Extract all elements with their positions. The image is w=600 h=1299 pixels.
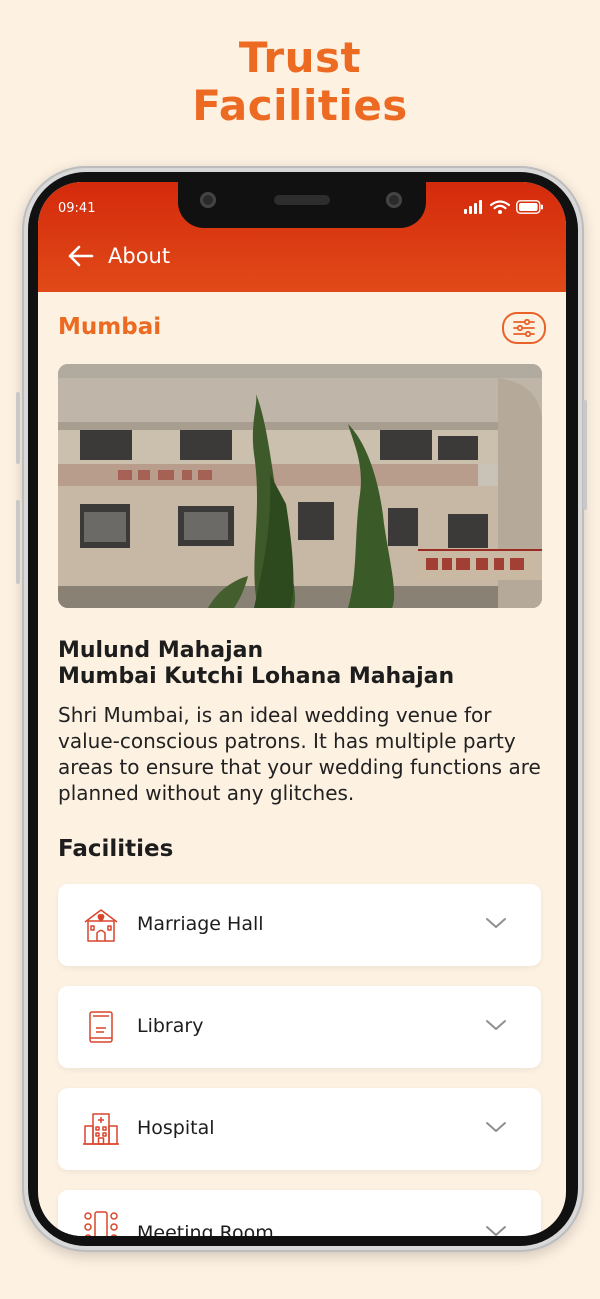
city-heading: Mumbai [58,314,162,340]
hospital-icon [83,1113,119,1145]
facility-card-library[interactable]: Library [58,986,541,1068]
phone-side-button [16,500,20,584]
app-bar: 09:41 About [38,182,566,292]
facility-card-marriage-hall[interactable]: Marriage Hall [58,884,541,966]
chevron-down-icon[interactable] [485,1120,507,1134]
venue-name-line1: Mulund Mahajan [58,638,264,663]
signal-icon [464,200,482,214]
front-camera-icon [200,192,216,208]
appbar-title: About [108,244,171,268]
chevron-down-icon[interactable] [485,1224,507,1236]
facility-label: Library [137,1015,204,1037]
facility-label: Meeting Room [137,1222,274,1236]
promo-title: Trust Facilities [0,34,600,130]
venue-name-line2: Mumbai Kutchi Lohana Mahajan [58,664,455,689]
venue-name: Mulund Mahajan Mumbai Kutchi Lohana Maha… [58,638,548,690]
facility-card-hospital[interactable]: Hospital [58,1088,541,1170]
promo-title-line1: Trust [238,33,362,82]
promo-title-line2: Facilities [192,81,408,130]
facility-label: Hospital [137,1117,215,1139]
wedding-hall-icon [84,909,118,942]
back-arrow-icon [68,245,94,267]
book-icon [89,1011,113,1043]
meeting-room-icon [84,1211,118,1236]
battery-icon [516,200,543,214]
status-icons [464,200,544,214]
chevron-down-icon[interactable] [485,916,507,930]
facilities-heading: Facilities [58,836,174,862]
phone-power-button [583,400,587,510]
phone-side-button [16,392,20,464]
back-button[interactable]: About [68,244,170,268]
phone-screen: 09:41 About Mumbai Mulund Mahajan Mumbai… [38,182,566,1236]
phone-notch [178,182,426,228]
filter-button[interactable] [502,312,546,344]
sensor-icon [386,192,402,208]
status-time: 09:41 [58,201,96,216]
venue-photo [58,364,542,608]
chevron-down-icon[interactable] [485,1018,507,1032]
filter-sliders-icon [513,319,535,337]
facility-label: Marriage Hall [137,913,264,935]
venue-description: Shri Mumbai, is an ideal wedding venue f… [58,703,541,805]
wifi-icon [490,200,510,214]
earpiece-speaker [274,195,330,205]
facility-card-meeting-room[interactable]: Meeting Room [58,1190,541,1236]
venue-building-illustration [58,364,542,608]
